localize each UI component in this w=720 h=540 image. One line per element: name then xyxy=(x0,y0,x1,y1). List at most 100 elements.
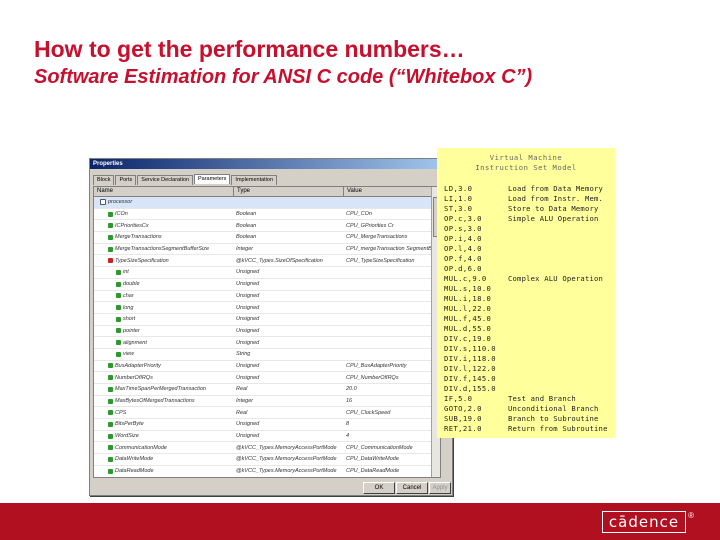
tab-block[interactable]: Block xyxy=(93,175,115,185)
param-name: BitsPerByte xyxy=(115,421,144,428)
dialog-title-bar[interactable]: Properties x xyxy=(90,159,452,169)
param-name: char xyxy=(123,292,134,299)
param-value-cell[interactable]: CPU_DataWriteMode xyxy=(344,456,440,462)
table-row[interactable]: char Unsigned xyxy=(94,291,440,303)
table-row[interactable]: DataReadMode @kVCC_Types.MemoryAccessPort… xyxy=(94,466,440,477)
parameter-green-icon xyxy=(108,246,113,252)
vm-instruction-description: Simple ALU Operation xyxy=(508,214,599,223)
vm-instruction-description: Unconditional Branch xyxy=(508,404,599,413)
vm-instruction: MUL.c,9.0 xyxy=(444,274,487,283)
table-row[interactable]: ICPrioritiesCx Boolean CPU_GPriorities Cr xyxy=(94,220,440,233)
param-value-cell[interactable]: 16 xyxy=(344,398,440,404)
table-row[interactable]: InstructionMode@kVCC_Types.MemoryAccessP… xyxy=(94,478,440,479)
vm-instruction: MUL.f,45.0 xyxy=(444,314,492,323)
table-row[interactable]: BusAdapterPriority Unsigned CPU_BusAdapter… xyxy=(94,361,440,373)
param-value-cell[interactable]: CPU_GPriorities Cr xyxy=(344,223,440,229)
table-row[interactable]: CommunicationMode @kVCC_Types.MemoryAcces… xyxy=(94,442,440,455)
tab-service-declaration[interactable]: Service Declaration xyxy=(137,175,193,185)
vm-instruction: DIV.i,118.0 xyxy=(444,354,496,363)
table-row[interactable]: double Unsigned xyxy=(94,279,440,291)
table-row[interactable]: NumberOfIRQs Unsigned CPU_NumberOfIRQs xyxy=(94,372,440,384)
param-type-cell: @kVCC_Types.MemoryAccessPortMode xyxy=(236,444,337,451)
expand-box-icon[interactable] xyxy=(100,199,106,206)
param-name-cell: double xyxy=(94,281,234,287)
parameter-green-icon xyxy=(116,269,121,275)
vm-instruction: LI,1.0 xyxy=(444,194,473,203)
table-row[interactable]: short Unsigned xyxy=(94,314,440,326)
apply-button[interactable]: Apply xyxy=(429,482,451,494)
param-name-cell: DataWriteMode xyxy=(94,456,234,462)
param-name-cell: CPS xyxy=(94,410,234,416)
param-name: CommunicationMode xyxy=(115,444,167,451)
parameter-red-icon xyxy=(108,258,113,264)
param-value-cell[interactable]: 4 xyxy=(344,433,440,439)
table-row[interactable]: CPS Real CPU_ClockSpeed xyxy=(94,407,440,420)
table-row[interactable]: BitsPerByte Unsigned 8 xyxy=(94,419,440,431)
table-row[interactable]: MaxBytesOfMergedTransactions Integer 16 xyxy=(94,396,440,408)
table-row[interactable]: long Unsigned xyxy=(94,302,440,314)
tab-ports[interactable]: Ports xyxy=(115,175,137,185)
param-name-cell: ICPrioritiesCx xyxy=(94,223,234,229)
vm-instruction: DIV.f,145.0 xyxy=(444,374,496,383)
cancel-button[interactable]: Cancel xyxy=(396,482,428,494)
column-header-type[interactable]: Type xyxy=(234,187,344,196)
table-row[interactable]: ICOn Boolean CPU_COn xyxy=(94,209,440,221)
param-value-cell[interactable]: CPU_NumberOfIRQs xyxy=(344,375,440,381)
tab-parameters[interactable]: Parameters xyxy=(193,174,231,184)
parameter-green-icon xyxy=(116,316,121,322)
dialog-title: Properties xyxy=(93,161,123,167)
table-row[interactable]: int Unsigned xyxy=(94,267,440,279)
table-row[interactable]: MergeTransactionsSegmentBufferSize Intege… xyxy=(94,244,440,256)
table-row[interactable]: MergeTransactions Boolean CPU_MergeTransac… xyxy=(94,232,440,244)
param-name: alignment xyxy=(123,339,147,346)
param-value-cell[interactable]: CPU_CommunicationMode xyxy=(344,445,440,451)
table-row[interactable]: view String xyxy=(94,349,440,361)
footer-bar: cādence ® xyxy=(0,503,720,540)
param-value-cell[interactable]: CPU_DataReadMode xyxy=(344,468,440,474)
param-value-cell[interactable]: 20.0 xyxy=(344,386,440,392)
table-row[interactable]: pointer Unsigned xyxy=(94,326,440,338)
param-value-cell[interactable]: CPU_TypeSizeSpecification xyxy=(344,258,440,264)
logo-text: cādence xyxy=(601,511,687,533)
vm-instruction: MUL.s,10.0 xyxy=(444,284,492,293)
vm-instruction: DIV.d,155.0 xyxy=(444,384,496,393)
parameter-green-icon xyxy=(116,293,121,299)
param-name-cell: short xyxy=(94,316,234,322)
param-type-cell: Unsigned xyxy=(236,316,260,323)
registered-mark: ® xyxy=(688,511,694,520)
param-type-cell: Unsigned xyxy=(236,374,260,381)
ok-button[interactable]: OK xyxy=(363,482,395,494)
param-value-cell[interactable]: CPU_ClockSpeed xyxy=(344,410,440,416)
param-name: ICPrioritiesCx xyxy=(115,222,149,229)
table-row[interactable]: processor xyxy=(94,197,440,209)
vm-heading-line2: Instruction Set Model xyxy=(475,163,577,172)
param-value-cell[interactable]: CPU_MergeTransactions xyxy=(344,234,440,240)
vm-heading: Virtual Machine Instruction Set Model xyxy=(437,148,615,174)
table-row[interactable]: DataWriteMode @kVCC_Types.MemoryAccessPor… xyxy=(94,454,440,466)
column-header-name[interactable]: Name xyxy=(94,187,234,196)
param-value-cell[interactable]: CPU_COn xyxy=(344,211,440,217)
param-name: MaxBytesOfMergedTransactions xyxy=(115,398,195,405)
vm-instruction-description: Branch to Subroutine xyxy=(508,414,599,423)
column-header-value[interactable]: Value xyxy=(344,187,440,196)
param-name-cell: MaxTimeSpanPerMergedTransaction xyxy=(94,386,234,392)
table-row[interactable]: alignment Unsigned xyxy=(94,337,440,349)
param-name-cell: alignment xyxy=(94,340,234,346)
param-type-cell: @kVCC_Types.MemoryAccessPortMode xyxy=(236,468,337,475)
param-name: DataWriteMode xyxy=(115,456,154,463)
param-value-cell[interactable]: CPU_BusAdapterPriority xyxy=(344,363,440,369)
param-type-cell: Unsigned xyxy=(236,339,260,346)
param-type-cell: Integer xyxy=(236,246,254,253)
parameter-green-icon xyxy=(108,456,113,462)
vm-instruction: IF,5.0 xyxy=(444,394,473,403)
param-value-cell[interactable]: 8 xyxy=(344,421,440,427)
tab-implementation[interactable]: Implementation xyxy=(231,175,278,185)
param-type-cell: Unsigned xyxy=(236,421,260,428)
properties-dialog: Properties x BlockPortsService Declarati… xyxy=(89,158,453,496)
param-type-cell: Unsigned xyxy=(236,327,260,334)
table-row[interactable]: MaxTimeSpanPerMergedTransaction Real 20.0 xyxy=(94,384,440,396)
param-value-cell[interactable]: CPU_mergeTransaction SegmentBuff xyxy=(344,246,440,252)
table-row[interactable]: WordSize Unsigned 4 xyxy=(94,431,440,443)
vm-instruction: LD,3.0 xyxy=(444,184,473,193)
table-row[interactable]: TypeSizeSpecification @kVCC_Types.SizeOfS… xyxy=(94,255,440,268)
